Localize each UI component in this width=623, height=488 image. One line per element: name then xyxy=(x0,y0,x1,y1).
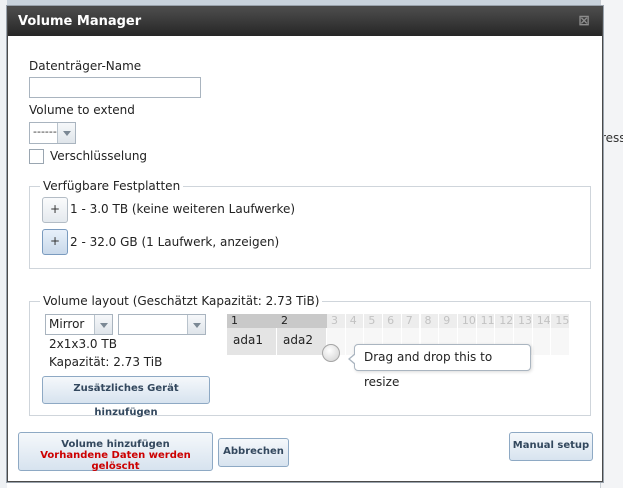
disk-grid-column-number: 1 xyxy=(227,314,277,328)
volume-to-extend-value: ------ xyxy=(33,125,57,138)
background-app-partial-text: ress xyxy=(601,131,623,145)
add-disk-1-button[interactable]: + xyxy=(42,197,68,223)
volume-to-extend-select[interactable]: ------ xyxy=(29,122,76,144)
disk-grid-column-number: 14 xyxy=(532,314,552,328)
volume-name-input[interactable] xyxy=(29,77,201,98)
disk-grid-column-number: 5 xyxy=(364,314,384,328)
disk-grid-disk-label: ada1 xyxy=(233,333,263,347)
chevron-down-icon[interactable] xyxy=(57,123,75,143)
add-volume-warning: Vorhandene Daten werden gelöscht xyxy=(40,450,191,472)
close-icon[interactable]: ⊠ xyxy=(578,13,590,29)
disk-grid-column-number: 6 xyxy=(383,314,402,328)
cancel-button[interactable]: Abbrechen xyxy=(218,438,289,467)
available-disks-group: Verfügbare Festplatten xyxy=(29,179,591,269)
layout-summary: 2x1x3.0 TB xyxy=(49,337,117,351)
add-volume-label: Volume hinzufügen xyxy=(61,439,170,450)
disk-grid-column-number: 2 xyxy=(277,314,327,328)
background-app-right-panel xyxy=(600,0,623,488)
disk-grid-cell xyxy=(551,328,571,355)
disk-grid-column[interactable]: 1 ada1 xyxy=(227,314,277,355)
resize-handle[interactable] xyxy=(322,344,340,362)
disk-grid-column[interactable]: 15 xyxy=(551,314,571,355)
disk-grid-cell xyxy=(532,328,552,355)
dialog-titlebar[interactable]: Volume Manager ⊠ xyxy=(8,7,602,36)
layout-secondary-select[interactable] xyxy=(118,314,206,335)
resize-tooltip: Drag and drop this to resize xyxy=(348,344,531,389)
chevron-down-icon[interactable] xyxy=(94,315,112,334)
disk-grid-column-number: 4 xyxy=(345,314,365,328)
volume-to-extend-label: Volume to extend xyxy=(29,103,135,117)
dialog-title: Volume Manager xyxy=(18,14,142,29)
volume-name-label: Datenträger-Name xyxy=(29,59,142,73)
available-disks-legend: Verfügbare Festplatten xyxy=(43,179,181,193)
layout-capacity: Kapazität: 2.73 TiB xyxy=(49,355,163,369)
disk-grid-column-number: 13 xyxy=(514,314,533,328)
background-app-left-edge xyxy=(0,0,7,488)
disk-grid-column-number: 9 xyxy=(439,314,458,328)
disk-grid-column-number: 12 xyxy=(495,314,514,328)
disk-grid-column-number: 7 xyxy=(401,314,421,328)
add-extra-device-button[interactable]: Zusätzliches Gerät hinzufügen xyxy=(42,376,210,418)
disk-grid-disk-label: ada2 xyxy=(283,333,313,347)
add-volume-button[interactable]: Volume hinzufügen Vorhandene Daten werde… xyxy=(18,432,213,472)
layout-type-select[interactable]: Mirror xyxy=(45,314,113,335)
disk-grid-column-number: 8 xyxy=(420,314,440,328)
available-disk-2-label: 2 - 32.0 GB (1 Laufwerk, anzeigen) xyxy=(70,235,280,249)
encryption-label: Verschlüsselung xyxy=(50,149,148,163)
available-disk-1-label: 1 - 3.0 TB (keine weiteren Laufwerke) xyxy=(70,202,296,216)
volume-manager-dialog: Volume Manager ⊠ Datenträger-Name Volume… xyxy=(7,6,603,482)
disk-grid-column-number: 10 xyxy=(457,314,477,328)
add-disk-2-button[interactable]: + xyxy=(42,229,68,255)
chevron-down-icon[interactable] xyxy=(187,315,205,334)
disk-grid-column-number: 15 xyxy=(551,314,571,328)
layout-type-value: Mirror xyxy=(49,317,85,331)
disk-grid-column-number: 11 xyxy=(476,314,496,328)
disk-grid-column[interactable]: 14 xyxy=(532,314,552,355)
volume-layout-legend: Volume layout (Geschätzt Kapazität: 2.73… xyxy=(43,294,320,308)
encryption-checkbox[interactable] xyxy=(29,149,44,164)
disk-grid-column-number: 3 xyxy=(327,314,346,328)
disk-grid-column[interactable]: 2 ada2 xyxy=(277,314,327,355)
manual-setup-button[interactable]: Manual setup xyxy=(509,432,593,461)
